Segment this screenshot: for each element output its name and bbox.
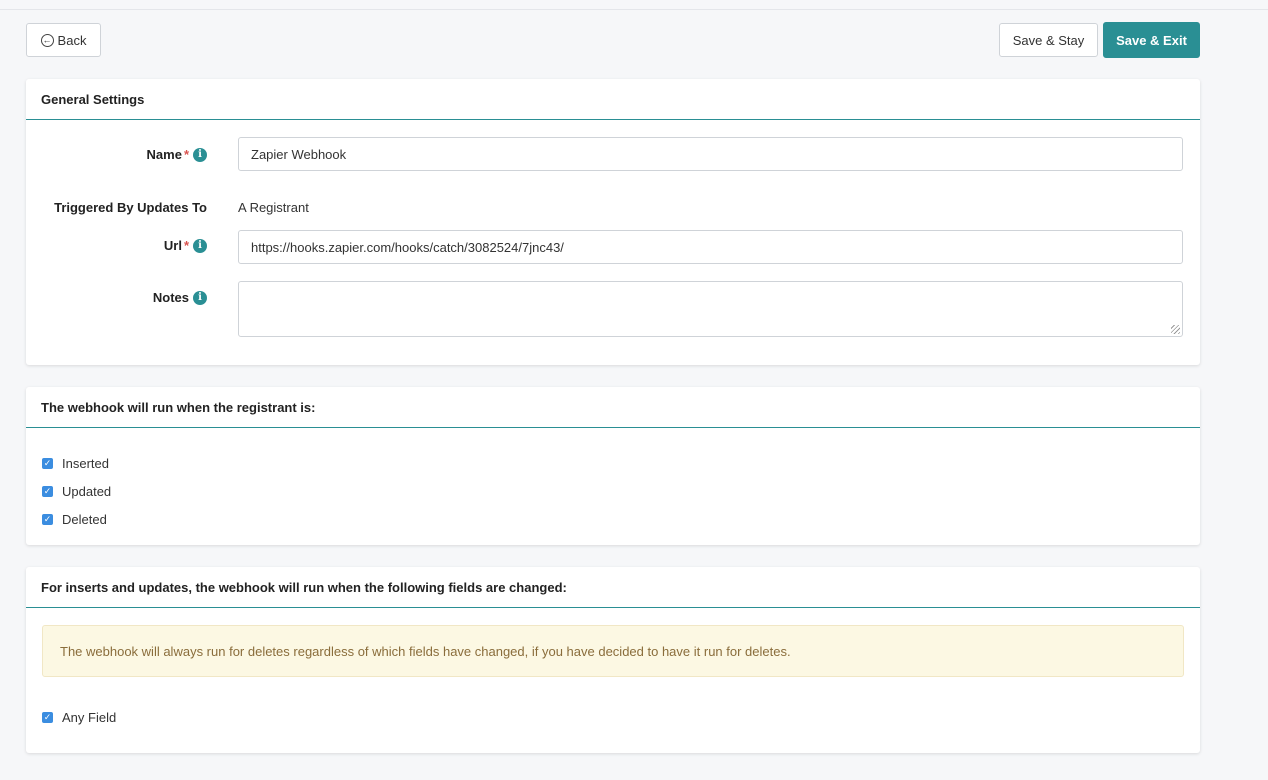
delete-warning-alert: The webhook will always run for deletes … (42, 625, 1184, 677)
required-marker: * (183, 238, 189, 253)
required-marker: * (183, 147, 189, 162)
run-when-card: The webhook will run when the registrant… (26, 387, 1200, 545)
triggered-by-value: A Registrant (238, 200, 309, 215)
checkbox-checked-icon[interactable]: ✓ (42, 458, 53, 469)
checkbox-checked-icon[interactable]: ✓ (42, 712, 53, 723)
fields-changed-card: For inserts and updates, the webhook wil… (26, 567, 1200, 753)
url-input[interactable] (238, 230, 1183, 264)
checkbox-checked-icon[interactable]: ✓ (42, 486, 53, 497)
run-when-title: The webhook will run when the registrant… (26, 387, 1200, 428)
name-input[interactable] (238, 137, 1183, 171)
checkbox-inserted[interactable]: ✓ Inserted (42, 456, 109, 471)
notes-label-row: Notes i (153, 290, 207, 305)
checkbox-checked-icon[interactable]: ✓ (42, 514, 53, 525)
toolbar: ← Back Save & Stay Save & Exit (26, 22, 1200, 58)
triggered-by-label: Triggered By Updates To (54, 200, 207, 215)
triggered-label-row: Triggered By Updates To (54, 200, 207, 215)
url-label: Url (163, 238, 182, 253)
arrow-left-circle-icon: ← (40, 33, 54, 47)
checkbox-label: Any Field (62, 710, 117, 725)
info-icon[interactable]: i (193, 290, 207, 305)
checkbox-label: Inserted (62, 456, 109, 471)
info-icon[interactable]: i (193, 238, 207, 253)
save-and-stay-button[interactable]: Save & Stay (999, 23, 1098, 57)
resize-handle-icon[interactable] (1171, 325, 1180, 334)
top-divider (0, 9, 1268, 10)
back-button[interactable]: ← Back (26, 23, 101, 57)
back-button-label: Back (57, 32, 87, 48)
info-icon[interactable]: i (193, 147, 207, 162)
general-settings-title: General Settings (26, 79, 1200, 120)
general-settings-card: General Settings Name * i Triggered By U… (26, 79, 1200, 365)
notes-label: Notes (152, 290, 189, 305)
url-label-row: Url * i (164, 238, 207, 253)
checkbox-deleted[interactable]: ✓ Deleted (42, 512, 107, 527)
notes-textarea[interactable] (238, 281, 1183, 337)
save-and-exit-button[interactable]: Save & Exit (1103, 22, 1200, 58)
name-label: Name (146, 147, 182, 162)
name-label-row: Name * i (147, 147, 207, 162)
checkbox-label: Deleted (62, 512, 107, 527)
checkbox-updated[interactable]: ✓ Updated (42, 484, 111, 499)
fields-changed-title: For inserts and updates, the webhook wil… (26, 567, 1200, 608)
checkbox-any-field[interactable]: ✓ Any Field (42, 710, 116, 725)
checkbox-label: Updated (62, 484, 112, 499)
